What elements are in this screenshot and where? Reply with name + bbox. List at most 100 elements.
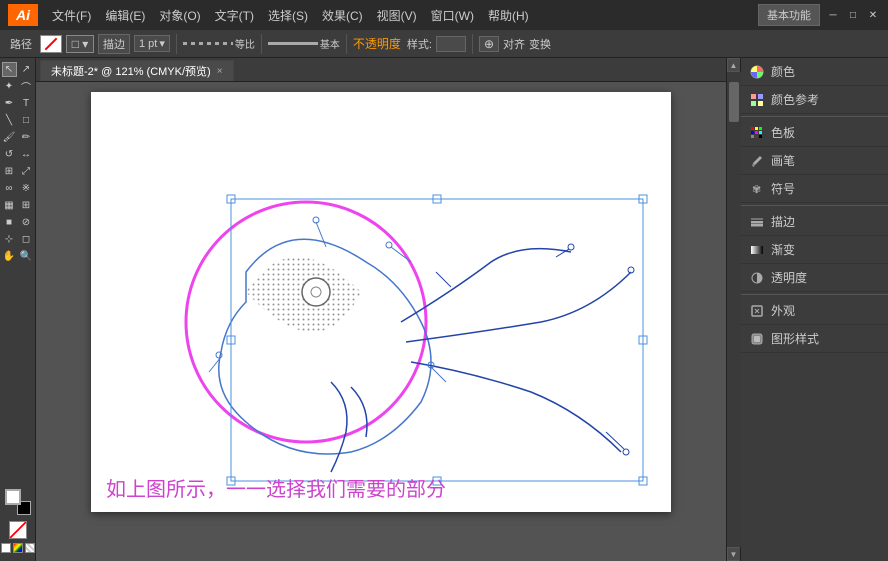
panel-color-ref[interactable]: 颜色参考 <box>741 86 888 114</box>
workspace-button[interactable]: 基本功能 <box>758 4 820 26</box>
fill-swatch[interactable] <box>5 489 21 505</box>
app-logo: Ai <box>8 4 38 26</box>
mesh-tool[interactable]: ⊞ <box>19 198 34 213</box>
tool-row-9: ▦ ⊞ <box>2 198 34 213</box>
vertical-scrollbar[interactable]: ▲ ▼ <box>726 58 740 561</box>
color-wheel-icon <box>749 64 765 80</box>
scroll-thumb[interactable] <box>729 82 739 122</box>
tool-row-2: ✦ ⌒ <box>2 79 34 94</box>
titlebar: Ai 文件(F) 编辑(E) 对象(O) 文字(T) 选择(S) 效果(C) 视… <box>0 0 888 30</box>
selection-tool[interactable]: ↖ <box>2 62 17 77</box>
scroll-track[interactable] <box>727 72 741 547</box>
fill-stroke-swatches[interactable] <box>5 489 31 515</box>
tool-row-6: ↺ ↔ <box>2 147 34 162</box>
tool-row-8: ∞ ※ <box>2 181 34 196</box>
paintbrush-tool[interactable]: 🖌 <box>2 130 17 145</box>
rotate-tool[interactable]: ↺ <box>2 147 17 162</box>
brush-icon <box>749 153 765 169</box>
reflect-tool[interactable]: ↔ <box>19 147 34 162</box>
magic-wand-tool[interactable]: ✦ <box>2 79 17 94</box>
document-tab[interactable]: 未标题-2* @ 121% (CMYK/预览) × <box>40 60 234 81</box>
appearance-icon <box>749 303 765 319</box>
panel-swatches-label: 色板 <box>771 124 795 141</box>
style-label: 样式: <box>407 36 432 52</box>
shape-selector[interactable]: □ ▾ <box>66 35 94 53</box>
tab-close-button[interactable]: × <box>217 66 223 77</box>
menu-help[interactable]: 帮助(H) <box>482 5 535 26</box>
toolbox: ↖ ↗ ✦ ⌒ ✒ T ╲ □ 🖌 ✏ ↺ ↔ ⊞ ⤢ ∞ ※ <box>0 58 36 561</box>
eyedropper-tool[interactable]: ⊘ <box>19 215 34 230</box>
menu-text[interactable]: 文字(T) <box>209 5 260 26</box>
panel-color[interactable]: 颜色 <box>741 58 888 86</box>
panel-stroke[interactable]: 描边 <box>741 208 888 236</box>
scroll-up-arrow[interactable]: ▲ <box>727 58 741 72</box>
panel-symbol[interactable]: ✾ 符号 <box>741 175 888 203</box>
stroke-line-style: 等比 <box>183 36 255 51</box>
window-controls: 基本功能 ─ □ ✕ <box>758 4 880 26</box>
color-mode-btn[interactable] <box>1 543 11 553</box>
menu-select[interactable]: 选择(S) <box>262 5 314 26</box>
type-tool[interactable]: T <box>19 96 34 111</box>
none-swatch[interactable] <box>9 521 27 539</box>
tool-row-11: ⊹ ◻ <box>2 232 34 247</box>
menu-window[interactable]: 窗口(W) <box>425 5 480 26</box>
lasso-tool[interactable]: ⌒ <box>19 79 34 94</box>
canvas-wrapper: 如上图所示，一一选择我们需要的部分 <box>36 82 726 561</box>
none-mode-btn[interactable] <box>25 543 35 553</box>
pencil-tool[interactable]: ✏ <box>19 130 34 145</box>
style-selector[interactable] <box>436 36 466 52</box>
panel-brush[interactable]: 画笔 <box>741 147 888 175</box>
gradient-mode-btn[interactable] <box>13 543 23 553</box>
right-panel: 颜色 颜色参考 <box>740 58 888 561</box>
symbol-icon: ✾ <box>749 181 765 197</box>
divider4 <box>472 34 473 54</box>
view-mode-buttons <box>1 543 35 553</box>
panel-divider1 <box>741 116 888 117</box>
panel-transparency[interactable]: 透明度 <box>741 264 888 292</box>
panel-gradient[interactable]: 渐变 <box>741 236 888 264</box>
shape-tool[interactable]: □ <box>19 113 34 128</box>
menu-file[interactable]: 文件(F) <box>46 5 97 26</box>
menu-view[interactable]: 视图(V) <box>371 5 423 26</box>
line-tool[interactable]: ╲ <box>2 113 17 128</box>
panel-swatches[interactable]: 色板 <box>741 119 888 147</box>
zoom-tool[interactable]: 🔍 <box>19 249 34 264</box>
gradient-tool[interactable]: ■ <box>2 215 17 230</box>
none-default-swatches <box>9 521 27 539</box>
panel-symbol-label: 符号 <box>771 180 795 197</box>
panel-divider3 <box>741 294 888 295</box>
panel-transparency-label: 透明度 <box>771 269 807 286</box>
panel-graphic-style[interactable]: 图形样式 <box>741 325 888 353</box>
globe-icon-btn[interactable]: ⊕ <box>479 36 499 52</box>
transform-label: 变换 <box>529 36 551 52</box>
panel-color-label: 颜色 <box>771 63 795 80</box>
menu-edit[interactable]: 编辑(E) <box>99 5 151 26</box>
slice-tool[interactable]: ⊹ <box>2 232 17 247</box>
stroke-preview[interactable] <box>40 35 62 53</box>
eraser-tool[interactable]: ◻ <box>19 232 34 247</box>
stroke-weight[interactable]: 1 pt▾ <box>134 35 170 52</box>
blend-tool[interactable]: ∞ <box>2 181 17 196</box>
canvas-area: 未标题-2* @ 121% (CMYK/预览) × <box>36 58 726 561</box>
hand-tool[interactable]: ✋ <box>2 249 17 264</box>
stroke-type-selector[interactable]: 描边 <box>98 34 130 54</box>
minimize-button[interactable]: ─ <box>826 8 840 22</box>
direct-selection-tool[interactable]: ↗ <box>19 62 34 77</box>
panel-gradient-label: 渐变 <box>771 241 795 258</box>
restore-button[interactable]: □ <box>846 8 860 22</box>
panel-appearance[interactable]: 外观 <box>741 297 888 325</box>
scroll-down-arrow[interactable]: ▼ <box>727 547 741 561</box>
menu-object[interactable]: 对象(O) <box>153 5 206 26</box>
warp-tool[interactable]: ⤢ <box>19 164 34 179</box>
scale-tool[interactable]: ⊞ <box>2 164 17 179</box>
pen-tool[interactable]: ✒ <box>2 96 17 111</box>
menu-effect[interactable]: 效果(C) <box>316 5 369 26</box>
close-button[interactable]: ✕ <box>866 8 880 22</box>
transparency-icon <box>749 270 765 286</box>
tool-row-3: ✒ T <box>2 96 34 111</box>
symbol-tool[interactable]: ※ <box>19 181 34 196</box>
tool-row-5: 🖌 ✏ <box>2 130 34 145</box>
graphic-style-icon <box>749 331 765 347</box>
column-graph-tool[interactable]: ▦ <box>2 198 17 213</box>
opacity-label: 不透明度 <box>353 35 401 52</box>
